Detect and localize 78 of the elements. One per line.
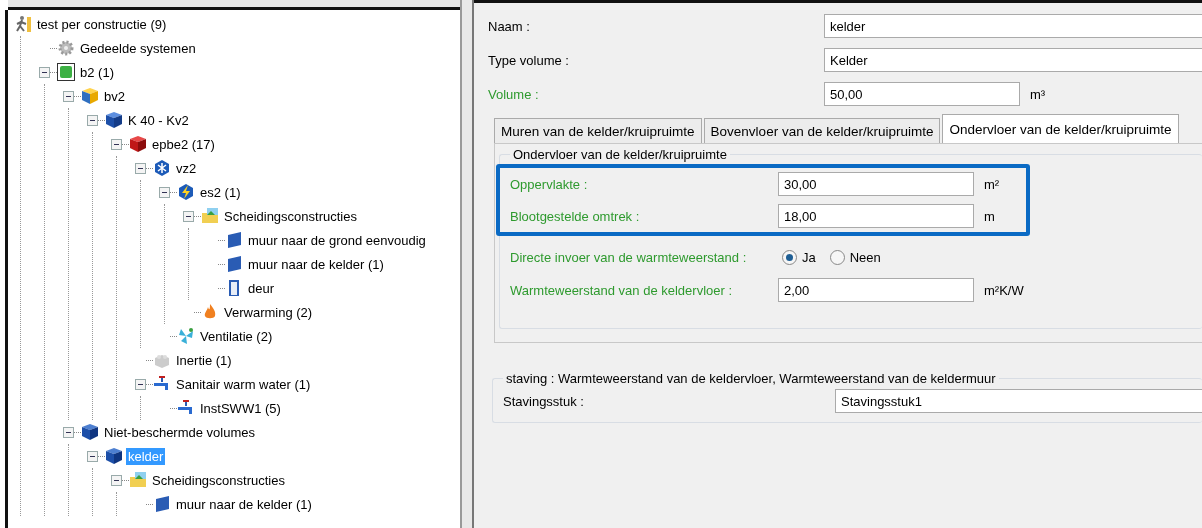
collapse-toggle[interactable] [158,186,170,198]
cube-icon [81,87,99,105]
tree-item[interactable]: Niet-beschermde volumes [102,423,257,441]
collapse-toggle[interactable] [110,138,122,150]
unit-label: m³ [1030,86,1046,102]
input-field[interactable]: 30,00 [778,172,974,196]
field-label: Oppervlakte : [510,176,589,192]
tree-item[interactable]: muur naar de kelder (1) [246,255,386,273]
tree-item[interactable]: K 40 - Kv2 [126,111,191,129]
collapse-toggle[interactable] [134,378,146,390]
input-field[interactable]: Kelder [824,48,1202,72]
group-title: staving : Warmteweerstand van de keldervloer, Warmteweerstand van de keldermuur [505,371,997,386]
radio-option[interactable]: Neen [829,249,881,265]
folder-icon [129,471,147,489]
radio-button[interactable] [829,249,845,265]
unit-label: m²K/W [984,282,1024,298]
tree-item[interactable]: Verwarming (2) [222,303,315,321]
cube-icon [105,111,123,129]
collapse-toggle[interactable] [62,426,74,438]
wall-icon [225,255,243,273]
tree-item[interactable]: muur naar de grond eenvoudig [246,231,428,249]
group-title: Ondervloer van de kelder/kruipruimte [512,147,728,162]
tree-item[interactable]: Inertie (1) [174,351,234,369]
input-field[interactable]: 18,00 [778,204,974,228]
tab[interactable]: Ondervloer van de kelder/kruipruimte [942,114,1179,143]
tree-item[interactable]: test per constructie (9) [35,15,169,33]
cube-icon [81,423,99,441]
field-label: Volume : [488,86,540,102]
field-label: Type volume : [488,52,570,68]
field-label: Stavingsstuk : [503,393,585,409]
tap-icon [153,375,171,393]
input-field[interactable]: Stavingsstuk1 [835,389,1202,413]
input-field[interactable]: kelder [824,14,1202,38]
input-field[interactable]: 50,00 [824,82,1020,106]
tree-item[interactable]: epbe2 (17) [150,135,217,153]
wall-icon [225,231,243,249]
tree-item[interactable]: Ventilatie (2) [198,327,275,345]
radio-option[interactable]: Ja [782,249,816,265]
tree-item[interactable]: Sanitair warm water (1) [174,375,313,393]
tree-item[interactable]: deur [246,279,277,297]
collapse-toggle[interactable] [134,162,146,174]
collapse-toggle[interactable] [86,114,98,126]
collapse-toggle[interactable] [110,474,122,486]
cube-icon [105,447,123,465]
wall-icon [153,495,171,513]
field-label: Blootgestelde omtrek : [510,208,641,224]
unit-label: m [984,208,995,224]
tree-item[interactable]: es2 (1) [198,183,243,201]
tap-icon [177,399,195,417]
collapse-toggle[interactable] [182,210,194,222]
folder-icon [201,207,219,225]
tab[interactable]: Muren van de kelder/kruipruimte [494,118,702,143]
input-field[interactable]: 2,00 [778,278,974,302]
field-label: Naam : [488,18,531,34]
unit-label: m² [984,176,1000,192]
tree-item[interactable]: InstSWW1 (5) [198,399,283,417]
snowflake-icon [153,159,171,177]
radio-button[interactable] [782,249,797,265]
collapse-toggle[interactable] [62,90,74,102]
tree-item[interactable]: Scheidingsconstructies [150,471,287,489]
cube-icon [129,135,147,153]
lightning-icon [177,183,195,201]
tree-item[interactable]: muur naar de kelder (1) [174,495,314,513]
fan-icon [177,327,195,345]
gear-icon [57,39,75,57]
field-label: Directe invoer van de warmteweerstand : [510,249,748,265]
field-label: Warmteweerstand van de keldervloer : [510,282,734,298]
collapse-toggle[interactable] [86,450,98,462]
cube-icon [57,63,75,81]
person-icon [14,15,32,33]
tree-item[interactable]: Gedeelde systemen [78,39,198,57]
tree-item[interactable]: bv2 [102,87,127,105]
tree-item[interactable]: vz2 [174,159,199,177]
tab[interactable]: Bovenvloer van de kelder/kruipruimte [703,118,941,143]
splitter[interactable] [460,0,474,528]
tree-item[interactable]: b2 (1) [78,63,116,81]
tree-item[interactable]: Scheidingsconstructies [222,207,359,225]
collapse-toggle[interactable] [38,66,50,78]
